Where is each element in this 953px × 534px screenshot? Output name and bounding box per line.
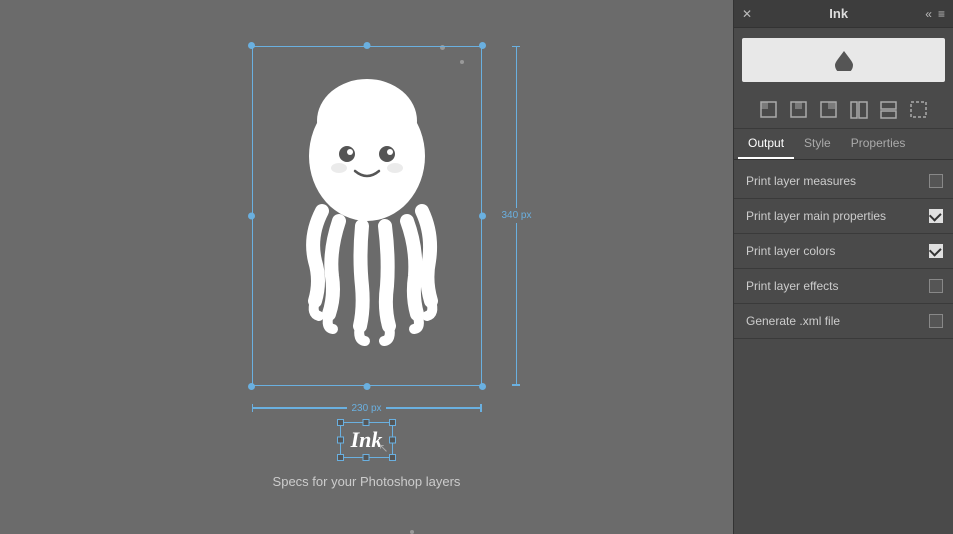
octopus-frame [252, 46, 482, 386]
color-drop-icon [835, 49, 853, 71]
tick-right [480, 404, 482, 412]
dim-height-label: 340 px [501, 208, 531, 223]
dim-v-line [516, 47, 518, 208]
octopus-illustration [267, 66, 467, 366]
handle-bl [337, 454, 344, 461]
tab-style[interactable]: Style [794, 129, 841, 159]
tab-properties[interactable]: Properties [841, 129, 916, 159]
corner-mr [479, 212, 486, 219]
checkbox-3[interactable] [929, 279, 943, 293]
option-label-0: Print layer measures [746, 174, 856, 188]
handle-bm [363, 454, 370, 461]
color-preview[interactable] [742, 38, 945, 82]
dim-h-line [253, 407, 347, 409]
option-print-effects[interactable]: Print layer effects [734, 269, 953, 304]
corner-tm [363, 42, 370, 49]
option-label-3: Print layer effects [746, 279, 838, 293]
panel-tabs: Output Style Properties [734, 129, 953, 160]
dim-v-line2 [516, 223, 518, 384]
dot-4 [410, 530, 414, 534]
corner-br [479, 383, 486, 390]
toolbar-icon-1[interactable] [787, 98, 811, 122]
horizontal-dimension: 230 px [252, 403, 482, 414]
option-print-main-properties[interactable]: Print layer main properties [734, 199, 953, 234]
icon-toolbar [734, 92, 953, 129]
corner-bm [363, 383, 370, 390]
close-button[interactable]: ✕ [742, 7, 752, 21]
dim-width-label: 230 px [347, 403, 385, 414]
logo-selection-box: Ink ↖ [340, 422, 394, 458]
option-generate-xml[interactable]: Generate .xml file [734, 304, 953, 339]
corner-tr [479, 42, 486, 49]
tick-bottom [512, 384, 520, 386]
toolbar-icon-4[interactable] [877, 98, 901, 122]
corner-bl [248, 383, 255, 390]
dim-h-line2 [386, 407, 480, 409]
octopus-frame-wrapper: 340 px 230 px [252, 46, 482, 386]
vertical-dimension: 340 px [501, 46, 531, 386]
caption: Specs for your Photoshop layers [273, 474, 461, 489]
option-print-measures[interactable]: Print layer measures [734, 164, 953, 199]
corner-tl [248, 42, 255, 49]
logo-container: Ink ↖ [340, 422, 394, 458]
toolbar-icon-5[interactable] [907, 98, 931, 122]
handle-ml [337, 436, 344, 443]
handle-tm [363, 419, 370, 426]
checkbox-2[interactable] [929, 244, 943, 258]
cursor-icon: ↖ [378, 441, 388, 455]
option-print-colors[interactable]: Print layer colors [734, 234, 953, 269]
menu-button[interactable]: ≡ [938, 7, 945, 21]
handle-br [389, 454, 396, 461]
panel-header-icons: « ≡ [925, 7, 945, 21]
option-label-2: Print layer colors [746, 244, 835, 258]
panel: ✕ Ink « ≡ Output [733, 0, 953, 534]
toolbar-icon-0[interactable] [757, 98, 781, 122]
option-label-1: Print layer main properties [746, 209, 886, 223]
handle-mr [389, 436, 396, 443]
illustration-container: 340 px 230 px [252, 46, 482, 489]
options-list: Print layer measures Print layer main pr… [734, 160, 953, 534]
checkbox-1[interactable] [929, 209, 943, 223]
checkbox-4[interactable] [929, 314, 943, 328]
corner-ml [248, 212, 255, 219]
checkbox-0[interactable] [929, 174, 943, 188]
toolbar-icon-2[interactable] [817, 98, 841, 122]
canvas-area: 340 px 230 px [0, 0, 733, 534]
handle-tl [337, 419, 344, 426]
option-label-4: Generate .xml file [746, 314, 840, 328]
toolbar-icon-3[interactable] [847, 98, 871, 122]
double-chevron-button[interactable]: « [925, 7, 932, 21]
handle-tr [389, 419, 396, 426]
panel-title: Ink [829, 6, 848, 21]
panel-header: ✕ Ink « ≡ [734, 0, 953, 28]
tab-output[interactable]: Output [738, 129, 794, 159]
